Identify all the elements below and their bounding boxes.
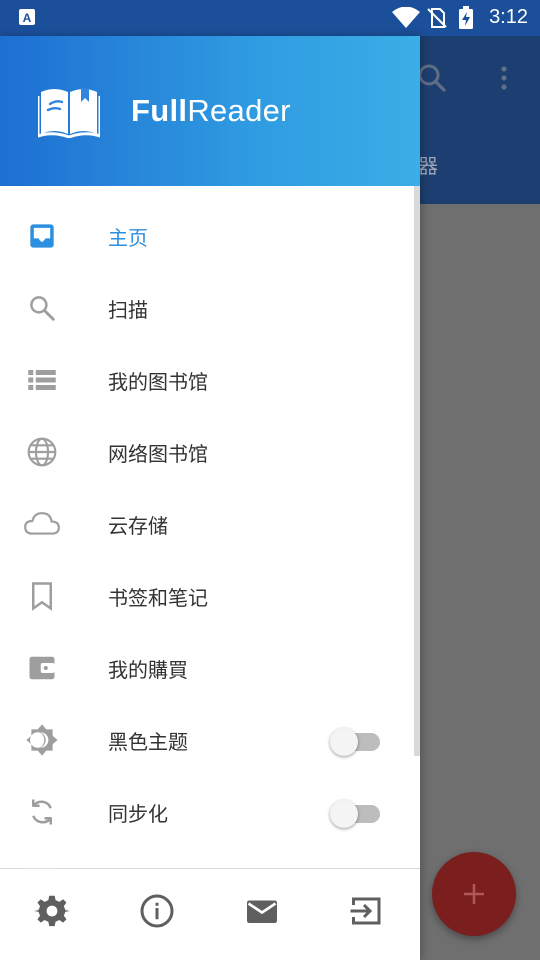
menu-item-sync[interactable]: 同步化 — [0, 776, 420, 848]
navigation-drawer: FullReader 主页 扫描 我的图书馆 网络图书馆 云存储 书签和笔记 我… — [0, 36, 420, 960]
svg-text:A: A — [23, 11, 32, 25]
background-tab-label[interactable]: 器 — [418, 150, 438, 179]
menu-item-label: 云存储 — [108, 514, 168, 538]
menu-item-my-purchases[interactable]: 我的購買 — [0, 632, 420, 704]
settings-button[interactable] — [34, 893, 70, 929]
mail-icon — [247, 900, 277, 923]
add-fab-button[interactable] — [432, 852, 516, 936]
info-icon — [140, 894, 174, 928]
exit-icon — [350, 897, 381, 925]
drawer-bottom-bar — [0, 869, 420, 960]
menu-item-label: 主页 — [108, 226, 148, 250]
menu-item-label: 扫描 — [108, 298, 148, 322]
globe-icon — [24, 434, 60, 470]
drawer-header: FullReader — [0, 36, 420, 186]
dark-theme-toggle[interactable] — [330, 726, 380, 756]
menu-item-label: 书签和笔记 — [108, 586, 208, 610]
sync-toggle[interactable] — [330, 798, 380, 828]
menu-item-online-library[interactable]: 网络图书馆 — [0, 416, 420, 488]
wifi-icon — [392, 7, 420, 28]
menu-item-home[interactable]: 主页 — [0, 200, 420, 272]
status-time: 3:12 — [489, 6, 528, 28]
bookmark-icon — [24, 578, 60, 614]
menu-item-my-library[interactable]: 我的图书馆 — [0, 344, 420, 416]
menu-item-label: 黑色主题 — [108, 730, 188, 754]
no-sim-icon — [427, 8, 447, 28]
list-icon — [24, 362, 60, 398]
sync-icon — [24, 794, 60, 830]
menu-item-label: 同步化 — [108, 802, 168, 826]
drawer-scrollbar[interactable] — [414, 186, 420, 756]
drawer-menu: 主页 扫描 我的图书馆 网络图书馆 云存储 书签和笔记 我的購買 黑色主题 同步… — [0, 200, 420, 848]
menu-item-dark-theme[interactable]: 黑色主题 — [0, 704, 420, 776]
brightness-icon — [24, 722, 60, 758]
inbox-icon — [24, 218, 60, 254]
settings-icon — [34, 895, 70, 927]
battery-charging-icon — [459, 6, 473, 29]
exit-button[interactable] — [349, 893, 385, 929]
menu-item-label: 我的購買 — [108, 658, 188, 682]
menu-item-cloud-storage[interactable]: 云存储 — [0, 488, 420, 560]
menu-item-label: 网络图书馆 — [108, 442, 208, 466]
menu-item-bookmarks-notes[interactable]: 书签和笔记 — [0, 560, 420, 632]
menu-item-label: 我的图书馆 — [108, 370, 208, 394]
info-button[interactable] — [139, 893, 175, 929]
a-icon: A — [19, 9, 35, 25]
wallet-icon — [24, 650, 60, 686]
cloud-icon — [24, 506, 60, 542]
menu-item-scan[interactable]: 扫描 — [0, 272, 420, 344]
add-icon — [464, 884, 484, 904]
mail-button[interactable] — [244, 893, 280, 929]
more-vert-icon[interactable] — [492, 60, 516, 96]
status-bar: A 3:12 — [0, 0, 540, 36]
app-title: FullReader — [131, 93, 291, 128]
search-icon — [24, 290, 60, 326]
book-icon — [38, 88, 100, 138]
